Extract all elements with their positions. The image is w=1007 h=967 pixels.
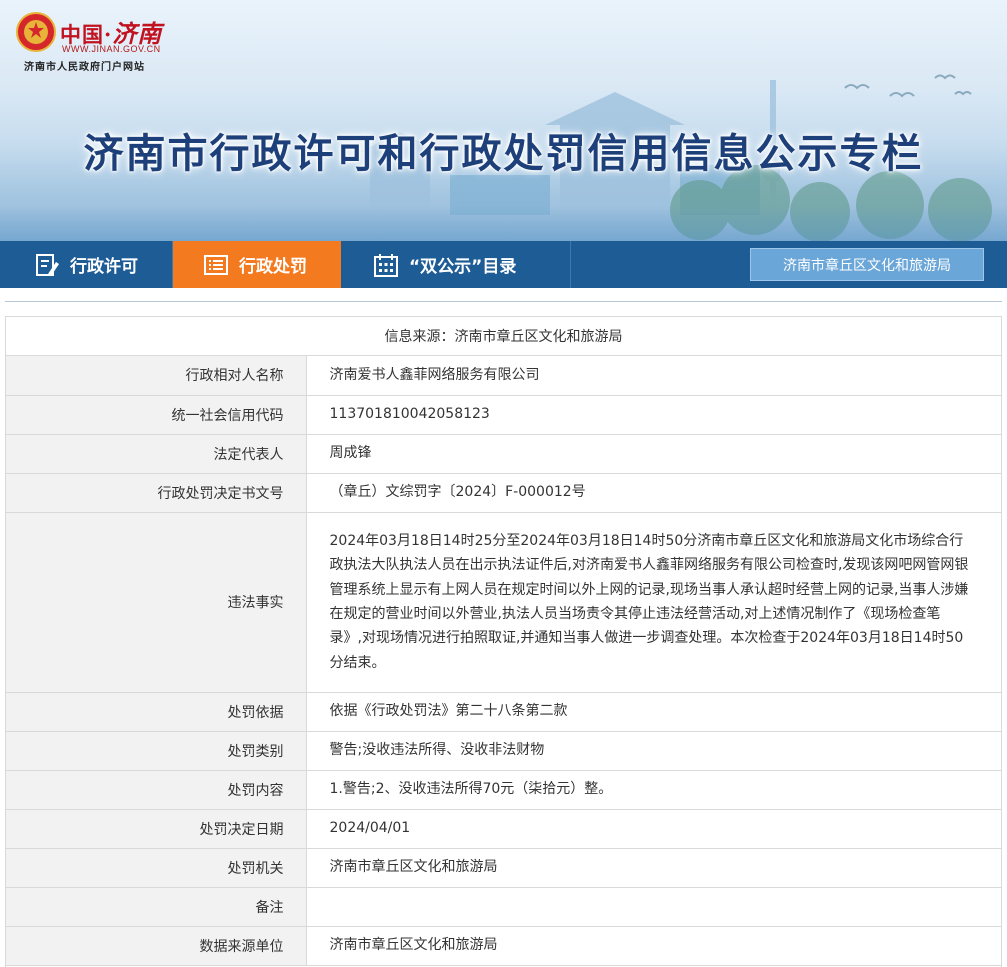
row-value: 济南市章丘区文化和旅游局 <box>306 926 1001 966</box>
table-row: 备注 <box>6 887 1001 927</box>
row-label: 处罚机关 <box>6 848 307 888</box>
nav-tab-label: 行政许可 <box>70 257 138 277</box>
row-label: 法定代表人 <box>6 434 307 474</box>
row-value: 周成锋 <box>306 434 1001 474</box>
penalty-detail-table: 行政相对人名称 济南爱书人鑫菲网络服务有限公司 统一社会信用代码 1137018… <box>6 356 1001 966</box>
table-row: 处罚类别 警告;没收违法所得、没收非法财物 <box>6 731 1001 771</box>
content-frame-line <box>5 301 1002 302</box>
row-label: 统一社会信用代码 <box>6 395 307 435</box>
row-label: 备注 <box>6 887 307 927</box>
table-row: 行政处罚决定书文号 （章丘）文综罚字〔2024〕F-000012号 <box>6 473 1001 513</box>
row-value <box>306 887 1001 927</box>
calendar-icon <box>373 252 399 278</box>
table-row: 处罚决定日期 2024/04/01 <box>6 809 1001 849</box>
table-row: 法定代表人 周成锋 <box>6 434 1001 474</box>
table-row: 处罚内容 1.警告;2、没收违法所得70元（柒拾元）整。 <box>6 770 1001 810</box>
table-row: 处罚机关 济南市章丘区文化和旅游局 <box>6 848 1001 888</box>
water-reflection <box>0 205 1007 241</box>
source-department-button[interactable]: 济南市章丘区文化和旅游局 <box>750 248 984 281</box>
row-value: 2024年03月18日14时25分至2024年03月18日14时50分济南市章丘… <box>306 512 1001 693</box>
row-value: 依据《行政处罚法》第二十八条第二款 <box>306 692 1001 732</box>
row-value: 济南爱书人鑫菲网络服务有限公司 <box>306 356 1001 396</box>
site-banner: 中国·济南 WWW.JINAN.GOV.CN 济南市人民政府门户网站 济南市行政… <box>0 0 1007 241</box>
row-value: 1.警告;2、没收违法所得70元（柒拾元）整。 <box>306 770 1001 810</box>
row-label: 数据来源单位 <box>6 926 307 966</box>
row-value: 113701810042058123 <box>306 395 1001 435</box>
info-source-line: 信息来源：济南市章丘区文化和旅游局 <box>6 316 1001 356</box>
row-label: 处罚内容 <box>6 770 307 810</box>
row-label: 行政相对人名称 <box>6 356 307 396</box>
table-row: 统一社会信用代码 113701810042058123 <box>6 395 1001 435</box>
penalty-detail-panel: 信息来源：济南市章丘区文化和旅游局 行政相对人名称 济南爱书人鑫菲网络服务有限公… <box>5 316 1002 967</box>
nav-tab-penalty[interactable]: 行政处罚 <box>173 241 341 288</box>
birds-decoration <box>844 74 972 98</box>
nav-spacer <box>0 288 1007 302</box>
banner-title: 济南市行政许可和行政处罚信用信息公示专栏 <box>83 131 924 177</box>
document-edit-icon <box>34 252 60 278</box>
logo-url: WWW.JINAN.GOV.CN <box>62 44 161 54</box>
table-row: 行政相对人名称 济南爱书人鑫菲网络服务有限公司 <box>6 356 1001 396</box>
row-label: 处罚决定日期 <box>6 809 307 849</box>
row-label: 处罚依据 <box>6 692 307 732</box>
row-value: 警告;没收违法所得、没收非法财物 <box>306 731 1001 771</box>
nav-tab-label: 行政处罚 <box>239 257 307 277</box>
row-label: 行政处罚决定书文号 <box>6 473 307 513</box>
row-value: 济南市章丘区文化和旅游局 <box>306 848 1001 888</box>
national-emblem-icon <box>16 12 56 52</box>
table-row: 处罚依据 依据《行政处罚法》第二十八条第二款 <box>6 692 1001 732</box>
row-value: 2024/04/01 <box>306 809 1001 849</box>
logo-subtitle: 济南市人民政府门户网站 <box>24 62 145 73</box>
row-label: 违法事实 <box>6 512 307 693</box>
nav-tab-label: “双公示”目录 <box>409 257 517 277</box>
nav-tab-catalog[interactable]: “双公示”目录 <box>341 241 571 288</box>
table-row: 违法事实 2024年03月18日14时25分至2024年03月18日14时50分… <box>6 512 1001 693</box>
row-label: 处罚类别 <box>6 731 307 771</box>
row-value: （章丘）文综罚字〔2024〕F-000012号 <box>306 473 1001 513</box>
list-icon <box>203 252 229 278</box>
nav-tab-license[interactable]: 行政许可 <box>0 241 173 288</box>
table-row: 数据来源单位 济南市章丘区文化和旅游局 <box>6 926 1001 966</box>
